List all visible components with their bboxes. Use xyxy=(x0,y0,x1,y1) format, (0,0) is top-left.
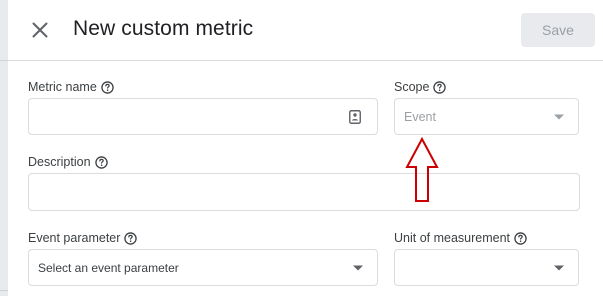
dialog-header: New custom metric Save xyxy=(8,0,603,61)
event-parameter-label-text: Event parameter xyxy=(28,231,121,245)
chevron-down-icon xyxy=(353,265,363,270)
close-icon xyxy=(32,22,48,38)
description-input[interactable] xyxy=(28,173,580,211)
metric-name-label: Metric name xyxy=(28,80,114,94)
help-icon[interactable] xyxy=(101,80,114,94)
help-icon[interactable] xyxy=(433,80,447,94)
background-divider xyxy=(0,60,8,61)
help-icon[interactable] xyxy=(94,155,108,169)
event-parameter-placeholder: Select an event parameter xyxy=(38,260,179,275)
scope-select[interactable]: Event xyxy=(394,98,579,135)
description-label: Description xyxy=(28,155,108,169)
background-page-edge xyxy=(0,0,8,296)
background-divider xyxy=(0,290,8,291)
event-parameter-label: Event parameter xyxy=(28,231,138,245)
contact-card-icon xyxy=(349,109,361,124)
unit-of-measurement-label-text: Unit of measurement xyxy=(394,231,511,245)
red-up-arrow xyxy=(405,137,439,202)
unit-of-measurement-select[interactable] xyxy=(394,249,579,286)
scope-label: Scope xyxy=(394,80,447,94)
metric-name-input[interactable] xyxy=(28,98,378,135)
unit-of-measurement-label: Unit of measurement xyxy=(394,231,527,245)
page-title: New custom metric xyxy=(73,17,254,40)
scope-value: Event xyxy=(404,109,436,124)
chevron-down-icon xyxy=(554,265,564,270)
help-icon[interactable] xyxy=(514,231,527,245)
event-parameter-select[interactable]: Select an event parameter xyxy=(28,249,378,286)
help-icon[interactable] xyxy=(124,231,138,245)
save-button[interactable]: Save xyxy=(521,13,595,47)
scope-label-text: Scope xyxy=(394,80,430,94)
metric-name-label-text: Metric name xyxy=(28,80,97,94)
chevron-down-icon xyxy=(554,114,564,119)
close-button[interactable] xyxy=(30,20,50,40)
description-label-text: Description xyxy=(28,155,91,169)
